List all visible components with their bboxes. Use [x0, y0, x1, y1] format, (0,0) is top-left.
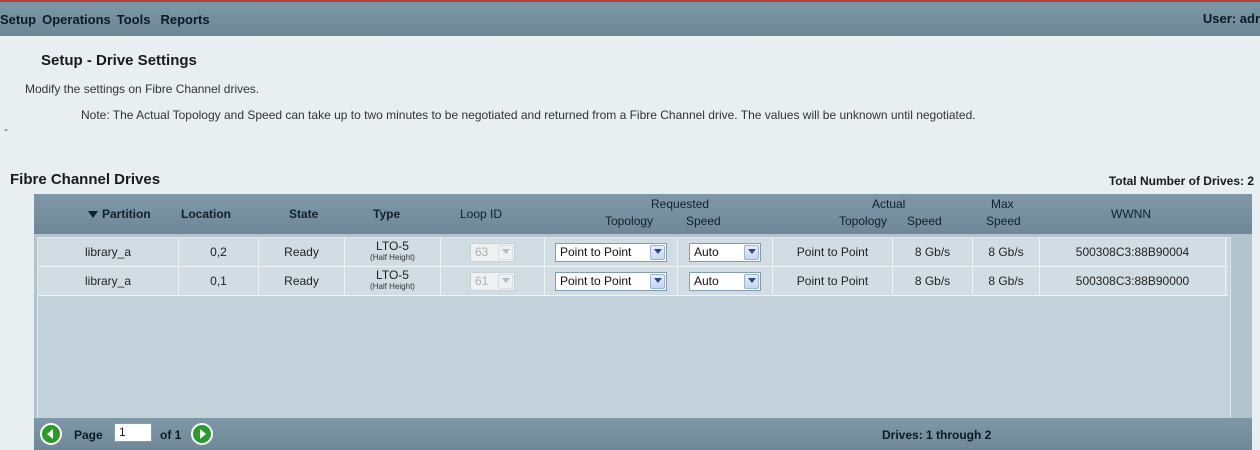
header-type[interactable]: Type — [373, 207, 400, 221]
table-row: library_a 0,2 Ready LTO-5 (Half Height) … — [38, 238, 1228, 267]
cell-max-speed: 8 Gb/s — [973, 238, 1040, 266]
cell-wwnn: 500308C3:88B90000 — [1040, 267, 1226, 295]
section-title: Fibre Channel Drives — [10, 171, 161, 188]
cell-wwnn: 500308C3:88B90004 — [1040, 238, 1226, 266]
cell-type: LTO-5 (Half Height) — [345, 267, 441, 295]
prev-page-button[interactable] — [40, 423, 62, 445]
cell-act-speed: 8 Gb/s — [893, 267, 973, 295]
sort-descending-icon — [88, 210, 98, 218]
header-requested: Requested — [651, 197, 710, 211]
speed-select[interactable]: Auto — [689, 242, 761, 262]
total-drives: Total Number of Drives: 2 — [1108, 174, 1254, 188]
menu-reports[interactable]: Reports — [160, 12, 215, 27]
cell-act-topology: Point to Point — [773, 267, 893, 295]
chevron-down-icon — [744, 273, 759, 289]
type-sublabel: (Half Height) — [370, 253, 415, 262]
arrow-left-icon — [47, 429, 53, 439]
cell-req-topology: Point to Point — [545, 267, 678, 295]
loop-id-value: 63 — [475, 245, 489, 259]
page-number-input[interactable]: 1 — [114, 423, 152, 442]
topology-select[interactable]: Point to Point — [555, 271, 667, 291]
page-title: Setup - Drive Settings — [41, 52, 197, 69]
header-loop-id: Loop ID — [460, 207, 503, 221]
cell-location: 0,2 — [179, 238, 259, 266]
header-act-speed: Speed — [907, 214, 942, 228]
header-max-speed: Speed — [986, 214, 1021, 228]
speed-select[interactable]: Auto — [689, 271, 761, 291]
topology-select[interactable]: Point to Point — [555, 242, 667, 262]
loop-id-value: 61 — [475, 274, 489, 288]
type-label: LTO-5 — [376, 268, 409, 282]
cell-act-topology: Point to Point — [773, 238, 893, 266]
topology-value: Point to Point — [560, 245, 632, 259]
header-req-speed: Speed — [686, 214, 721, 228]
menu-tools[interactable]: Tools — [117, 12, 157, 27]
header-req-topology: Topology — [605, 214, 654, 228]
arrow-right-icon — [200, 429, 206, 439]
header-location[interactable]: Location — [181, 207, 231, 221]
header-wwnn: WWNN — [1111, 207, 1151, 221]
type-label: LTO-5 — [376, 239, 409, 253]
next-page-button[interactable] — [191, 423, 213, 445]
page-note: Note: The Actual Topology and Speed can … — [81, 108, 976, 122]
cell-req-topology: Point to Point — [545, 238, 678, 266]
cell-partition: library_a — [38, 267, 179, 295]
page-label: Page — [74, 428, 103, 442]
page-description: Modify the settings on Fibre Channel dri… — [25, 82, 260, 96]
speed-value: Auto — [694, 245, 719, 259]
cell-max-speed: 8 Gb/s — [973, 267, 1040, 295]
drives-range: Drives: 1 through 2 — [882, 428, 992, 442]
loop-id-select[interactable]: 61 — [470, 271, 515, 291]
header-actual: Actual — [872, 197, 906, 211]
table-header: Partition Location State Type Loop ID Re… — [34, 194, 1252, 234]
cell-type: LTO-5 (Half Height) — [345, 238, 441, 266]
menu-operations[interactable]: Operations — [42, 12, 117, 27]
user-label: User: adr — [1202, 11, 1260, 26]
header-state[interactable]: State — [289, 207, 318, 221]
page-total-label: of 1 — [160, 428, 182, 442]
cell-state: Ready — [259, 238, 345, 266]
header-partition-label: Partition — [102, 207, 151, 221]
topology-value: Point to Point — [560, 274, 632, 288]
header-act-topology: Topology — [839, 214, 888, 228]
cell-partition: library_a — [38, 238, 179, 266]
cell-state: Ready — [259, 267, 345, 295]
cell-loop-id: 61 — [441, 267, 545, 295]
cell-req-speed: Auto — [678, 238, 773, 266]
menu-setup[interactable]: Setup — [0, 12, 42, 27]
cell-loop-id: 63 — [441, 238, 545, 266]
loop-id-select[interactable]: 63 — [470, 242, 515, 262]
chevron-down-icon — [498, 244, 513, 260]
header-max: Max — [991, 197, 1014, 211]
chevron-down-icon — [650, 273, 665, 289]
chevron-down-icon — [498, 273, 513, 289]
cell-req-speed: Auto — [678, 267, 773, 295]
header-partition[interactable]: Partition — [88, 207, 151, 221]
cell-act-speed: 8 Gb/s — [893, 238, 973, 266]
drives-table: Partition Location State Type Loop ID Re… — [34, 194, 1252, 450]
pagination-bar: Page 1 of 1 Drives: 1 through 2 — [34, 418, 1252, 450]
chevron-down-icon — [744, 244, 759, 260]
menu-bar: Setup Operations Tools Reports User: adr — [0, 2, 1260, 36]
cell-location: 0,1 — [179, 267, 259, 295]
table-row: library_a 0,1 Ready LTO-5 (Half Height) … — [38, 267, 1228, 296]
type-sublabel: (Half Height) — [370, 282, 415, 291]
side-mark: - — [4, 122, 8, 136]
chevron-down-icon — [650, 244, 665, 260]
speed-value: Auto — [694, 274, 719, 288]
